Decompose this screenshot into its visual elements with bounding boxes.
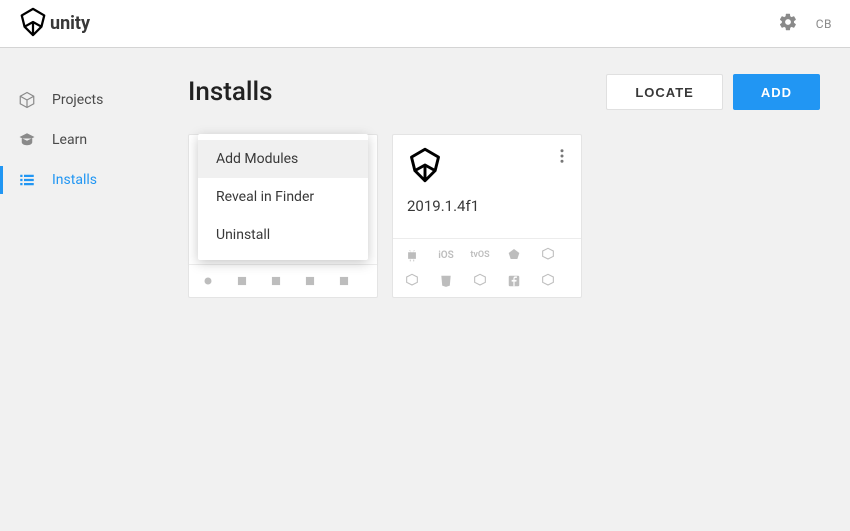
android-icon [403,247,421,263]
brand: unity [18,7,90,41]
install-context-menu: Add Modules Reveal in Finder Uninstall [198,134,368,260]
graduation-cap-icon [18,131,36,149]
platform-icon [233,273,251,289]
sidebar-item-label: Projects [52,92,103,108]
locate-button[interactable]: LOCATE [606,74,722,110]
page-title: Installs [188,77,606,107]
install-version: 2019.1.4f1 [407,197,567,215]
add-button[interactable]: ADD [733,74,820,110]
platform-icon [199,273,217,289]
unity-logo-icon [18,7,48,41]
platform-icon [471,273,489,289]
platform-icon [505,247,523,263]
user-avatar[interactable]: CB [816,17,832,31]
webgl-icon [539,247,557,263]
sidebar-item-learn[interactable]: Learn [0,120,188,160]
list-icon [18,171,36,189]
platform-icon [403,273,421,289]
sidebar-item-installs[interactable]: Installs [0,160,188,200]
menu-item-uninstall[interactable]: Uninstall [198,216,368,254]
platform-icon [267,273,285,289]
tvos-icon: tvOS [471,247,489,263]
menu-item-reveal-in-finder[interactable]: Reveal in Finder [198,178,368,216]
platform-icon [539,273,557,289]
app-header: unity CB [0,0,850,48]
html5-icon [437,273,455,289]
installs-grid: Add Modules Reveal in Finder Uninstall 2… [188,134,820,298]
cube-icon [18,91,36,109]
platform-icons-row: iOS tvOS [393,238,581,297]
sidebar-item-label: Installs [52,172,97,188]
platform-icon [335,273,353,289]
gear-icon[interactable] [778,12,798,36]
menu-item-add-modules[interactable]: Add Modules [198,140,368,178]
facebook-icon [505,273,523,289]
platform-icons-row [189,264,377,297]
install-card: 2019.1.4f1 iOS tvOS [392,134,582,298]
unity-cube-icon [407,147,567,187]
sidebar-item-label: Learn [52,132,87,148]
ios-icon: iOS [437,247,455,263]
sidebar: Projects Learn Installs [0,48,188,531]
sidebar-item-projects[interactable]: Projects [0,80,188,120]
platform-icon [301,273,319,289]
brand-name: unity [50,13,90,34]
